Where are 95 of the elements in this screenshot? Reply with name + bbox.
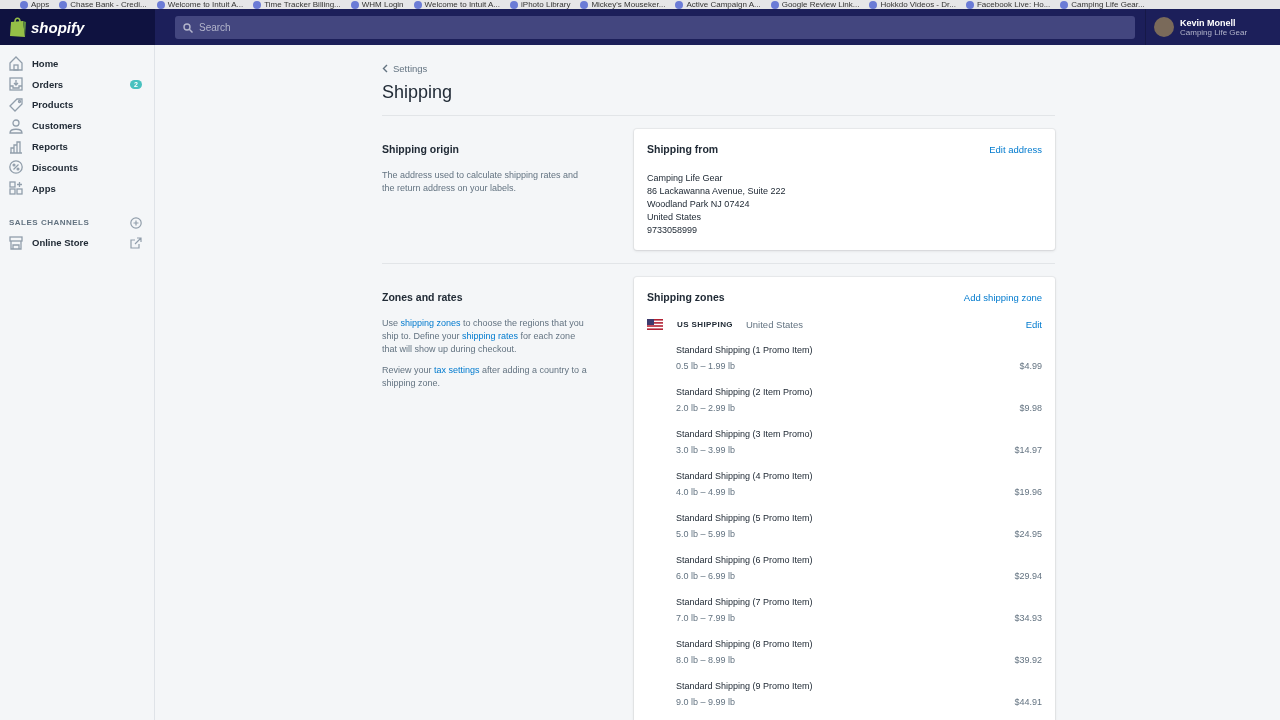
rate-name: Standard Shipping (2 Item Promo) — [676, 386, 814, 399]
store-name: Camping Life Gear — [1180, 27, 1248, 37]
bookmark-label: iPhoto Library — [521, 0, 571, 9]
rate-name: Standard Shipping (5 Promo Item) — [676, 512, 814, 525]
weight-range: 7.0 lb – 7.99 lb — [676, 612, 736, 625]
weight-range: 8.0 lb – 8.99 lb — [676, 654, 736, 667]
section-description: The address used to calculate shipping rates and the return address on your labels. — [382, 169, 580, 195]
bookmark-icon — [675, 0, 684, 9]
logo-text: shopify — [31, 18, 85, 36]
bookmark-icon — [580, 0, 589, 9]
address-line: United States — [647, 211, 703, 224]
rate-price: $44.91 — [1014, 696, 1042, 709]
nav-item[interactable]: Products — [0, 94, 154, 116]
address-line: 9733058999 — [647, 224, 699, 237]
search-icon — [183, 22, 193, 33]
rate-price: $29.94 — [1014, 570, 1042, 583]
address-line: Camping Life Gear — [647, 172, 724, 185]
rate-name: Standard Shipping (7 Promo Item) — [676, 596, 814, 609]
rate-price: $14.97 — [1014, 444, 1042, 457]
bookmark-icon — [869, 0, 878, 9]
weight-range: 0.5 lb – 1.99 lb — [676, 360, 736, 373]
card-title: Shipping zones — [647, 291, 725, 303]
nav-item[interactable]: Reports — [0, 136, 154, 157]
bookmark-icon — [350, 0, 359, 9]
bookmark-link[interactable]: Apps — [20, 0, 50, 9]
user-name: Kevin Monell — [1180, 17, 1237, 28]
nav-item[interactable]: Customers — [0, 115, 154, 137]
rate-name: Standard Shipping (1 Promo Item) — [676, 344, 814, 357]
avatar[interactable] — [1154, 17, 1174, 37]
nav-item[interactable]: Discounts — [0, 157, 154, 178]
person-icon — [8, 117, 24, 134]
address-line: Woodland Park NJ 07424 — [647, 198, 751, 211]
nav-item[interactable]: Online Store — [0, 232, 130, 254]
back-link[interactable]: Settings — [382, 63, 428, 74]
section-title: Shipping origin — [382, 143, 460, 155]
address-line: 86 Lackawanna Avenue, Suite 222 — [647, 185, 787, 198]
page-title: Shipping — [382, 82, 1055, 116]
bookmark-icon — [253, 0, 262, 9]
section-heading: SALES CHANNELS — [9, 218, 90, 228]
weight-range: 3.0 lb – 3.99 lb — [676, 444, 736, 457]
bookmark-icon — [1060, 0, 1069, 9]
apps-icon — [8, 180, 24, 197]
weight-range: 5.0 lb – 5.99 lb — [676, 528, 736, 541]
action-link[interactable]: Add shipping zone — [963, 291, 1042, 303]
nav-item[interactable]: Apps — [0, 177, 154, 199]
rate-name: Standard Shipping (3 Item Promo) — [676, 428, 814, 441]
bar-chart-icon — [8, 138, 24, 155]
bookmark-link[interactable]: iPhoto Library — [510, 0, 571, 9]
discount-icon — [8, 159, 24, 176]
external-link-icon — [130, 236, 142, 249]
bookmark-icon — [156, 0, 165, 9]
inline-link[interactable]: shipping zones — [400, 318, 461, 328]
rate-name: Standard Shipping (8 Promo Item) — [676, 638, 814, 651]
section-description: Review your tax settings after adding a country to a shipping zone. — [382, 364, 587, 390]
inbox-icon — [8, 76, 24, 93]
zone-country: United States — [745, 318, 803, 330]
weight-range: 2.0 lb – 2.99 lb — [676, 402, 736, 415]
search-field[interactable]: Search — [175, 15, 1135, 39]
chevron-left-icon — [382, 64, 388, 73]
rate-price: $19.96 — [1014, 486, 1042, 499]
inline-link[interactable]: tax settings — [434, 365, 480, 375]
action-link[interactable]: Edit address — [989, 143, 1042, 155]
rate-price: $34.93 — [1014, 612, 1042, 625]
rate-price: $9.98 — [1019, 402, 1042, 415]
bookmark-link[interactable]: WHM Login — [350, 0, 404, 9]
inline-link[interactable]: shipping rates — [462, 331, 519, 341]
bookmark-label: Apps — [31, 0, 50, 9]
bookmark-icon — [20, 0, 28, 9]
rate-price: $24.95 — [1014, 528, 1042, 541]
bookmark-icon — [770, 0, 779, 9]
rate-name: Standard Shipping (6 Promo Item) — [676, 554, 814, 567]
bookmark-icon — [413, 0, 422, 9]
zone-name: US SHIPPING — [677, 319, 733, 329]
weight-range: 6.0 lb – 6.99 lb — [676, 570, 736, 583]
bookmark-label: WHM Login — [361, 0, 404, 9]
rate-price: $39.92 — [1014, 654, 1042, 667]
bookmark-icon — [510, 0, 519, 9]
add-icon — [130, 216, 142, 229]
bookmark-icon — [965, 0, 974, 9]
edit-link[interactable]: Edit — [1025, 318, 1042, 330]
bookmark-icon — [59, 0, 68, 9]
card-title: Shipping from — [647, 143, 719, 155]
tag-icon — [8, 97, 24, 113]
nav-item[interactable]: Home — [0, 53, 154, 74]
storefront-icon — [8, 234, 24, 251]
weight-range: 9.0 lb – 9.99 lb — [676, 696, 736, 709]
section-description: Use shipping zones to choose the regions that you ship to. Define your shipping rates for each zone that will show up during checkout. — [382, 317, 585, 356]
us-flag-icon — [647, 318, 663, 330]
weight-range: 4.0 lb – 4.99 lb — [676, 486, 736, 499]
rate-price: $4.99 — [1019, 360, 1042, 373]
home-icon — [8, 55, 24, 72]
rate-name: Standard Shipping (4 Promo Item) — [676, 470, 814, 483]
shopping-bag-icon — [9, 16, 27, 38]
rate-name: Standard Shipping (9 Promo Item) — [676, 680, 814, 693]
section-title: Zones and rates — [382, 291, 464, 303]
